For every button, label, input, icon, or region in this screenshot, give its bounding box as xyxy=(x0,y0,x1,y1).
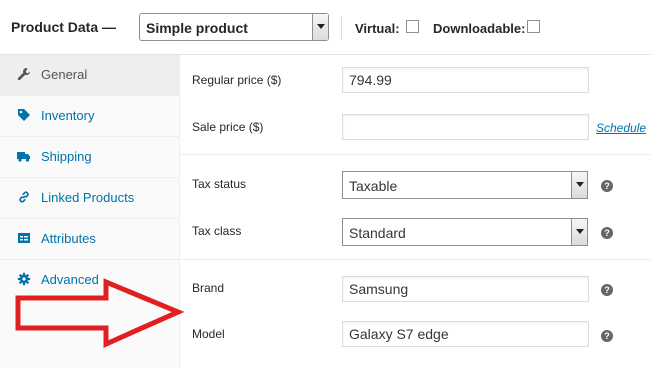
tab-shipping-label: Shipping xyxy=(41,149,92,164)
tab-attributes[interactable]: Attributes xyxy=(0,219,179,260)
tax-class-label: Tax class xyxy=(192,224,242,238)
tab-linked-products[interactable]: Linked Products xyxy=(0,178,179,219)
tag-icon xyxy=(18,109,30,121)
annotation-arrow-icon xyxy=(15,278,184,348)
tab-inventory-label: Inventory xyxy=(41,108,95,123)
list-icon xyxy=(18,233,30,243)
link-icon xyxy=(19,191,29,203)
tax-status-select[interactable]: Taxable xyxy=(342,171,588,199)
wrench-icon xyxy=(17,68,30,81)
pricing-divider xyxy=(180,154,651,155)
sale-price-label: Sale price ($) xyxy=(192,120,264,134)
help-icon[interactable]: ? xyxy=(601,180,613,192)
help-icon[interactable]: ? xyxy=(601,330,613,342)
tab-linked-products-label: Linked Products xyxy=(41,190,135,205)
virtual-label: Virtual: xyxy=(355,21,400,36)
product-data-title: Product Data — xyxy=(11,19,117,35)
help-icon[interactable]: ? xyxy=(601,284,613,296)
tax-class-select[interactable]: Standard xyxy=(342,218,588,246)
truck-icon xyxy=(17,152,30,162)
header-divider xyxy=(341,16,342,40)
tab-inventory[interactable]: Inventory xyxy=(0,96,179,137)
virtual-checkbox[interactable] xyxy=(406,20,419,33)
downloadable-label: Downloadable: xyxy=(433,21,526,36)
downloadable-checkbox[interactable] xyxy=(527,20,540,33)
product-type-value: Simple product xyxy=(146,20,248,36)
regular-price-label: Regular price ($) xyxy=(192,73,282,87)
tab-general-label: General xyxy=(41,67,88,82)
tax-status-label: Tax status xyxy=(192,177,247,191)
regular-price-input[interactable]: 794.99 xyxy=(342,67,589,93)
model-input[interactable]: Galaxy S7 edge xyxy=(342,321,589,347)
model-label: Model xyxy=(192,327,225,341)
tax-class-value: Standard xyxy=(349,225,406,241)
sale-price-input[interactable] xyxy=(342,114,589,140)
tab-attributes-label: Attributes xyxy=(41,231,96,246)
tab-general[interactable]: General xyxy=(0,55,179,96)
brand-input[interactable]: Samsung xyxy=(342,276,589,302)
tab-shipping[interactable]: Shipping xyxy=(0,137,179,178)
chevron-down-icon[interactable] xyxy=(571,172,587,198)
chevron-down-icon[interactable] xyxy=(571,219,587,245)
product-data-header: Product Data — Simple product Virtual: D… xyxy=(0,0,651,55)
chevron-down-icon[interactable] xyxy=(312,14,328,40)
brand-label: Brand xyxy=(192,281,225,295)
tax-divider xyxy=(180,259,651,260)
help-icon[interactable]: ? xyxy=(601,227,613,239)
schedule-link[interactable]: Schedule xyxy=(596,121,646,135)
product-type-select[interactable]: Simple product xyxy=(139,13,329,41)
tax-status-value: Taxable xyxy=(349,178,398,194)
